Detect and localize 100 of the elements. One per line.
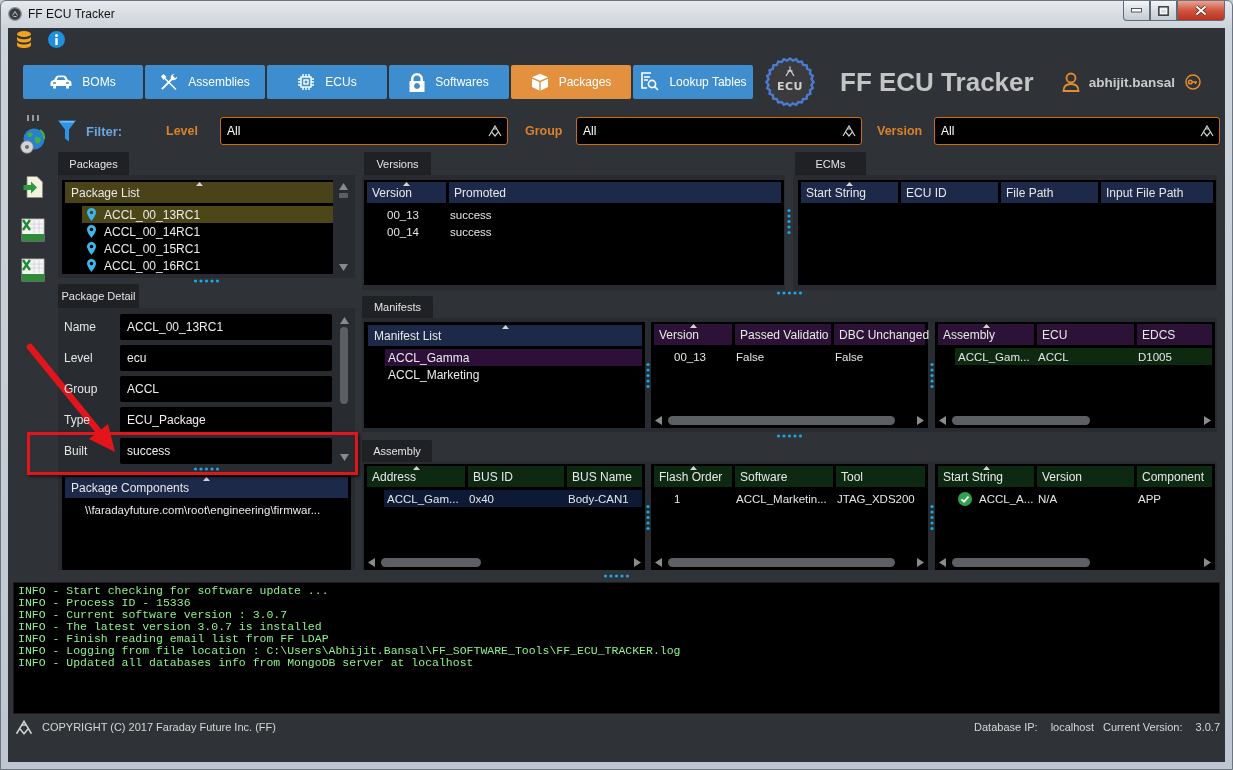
list-item[interactable]: ACCL_Marketing bbox=[385, 366, 642, 383]
scroll-up-icon[interactable] bbox=[339, 317, 349, 324]
minimize-button[interactable] bbox=[1123, 1, 1150, 21]
text-field[interactable]: ecu bbox=[120, 345, 332, 371]
panel-tab[interactable]: ECMs bbox=[795, 152, 866, 175]
scroll-left-icon[interactable] bbox=[655, 416, 662, 425]
text-field[interactable]: ACCL_00_13RC1 bbox=[120, 314, 332, 340]
splitter-grip-icon[interactable] bbox=[193, 279, 220, 283]
column-header[interactable]: Input File Path bbox=[1101, 182, 1213, 203]
text-field[interactable]: ECU_Package bbox=[120, 407, 332, 433]
splitter-grip-icon[interactable] bbox=[929, 361, 934, 389]
table-row[interactable]: 00_13 False False bbox=[654, 348, 925, 365]
column-header[interactable]: Version bbox=[367, 182, 446, 203]
table-row[interactable]: 00_14 success bbox=[367, 223, 781, 240]
text-field[interactable]: success bbox=[120, 438, 332, 464]
column-header[interactable]: Assembly bbox=[938, 324, 1034, 345]
log-line: INFO - Start checking for software update ... bbox=[18, 585, 329, 597]
scroll-down-icon[interactable] bbox=[339, 454, 349, 461]
column-header[interactable]: Version bbox=[654, 324, 732, 345]
scrollbar-thumb[interactable] bbox=[381, 558, 482, 567]
scroll-left-icon[interactable] bbox=[655, 558, 662, 567]
document-arrow-icon[interactable] bbox=[23, 176, 43, 198]
splitter-grip-icon[interactable] bbox=[646, 503, 650, 531]
scroll-right-icon[interactable] bbox=[634, 558, 641, 567]
nav-tab[interactable]: Lookup Tables bbox=[633, 65, 753, 99]
splitter-grip-icon[interactable] bbox=[776, 434, 803, 438]
column-header[interactable]: Package List bbox=[65, 182, 333, 203]
scrollbar-thumb[interactable] bbox=[668, 558, 896, 567]
list-item[interactable]: ACCL_Gamma bbox=[385, 349, 642, 366]
panel-tab[interactable]: Versions bbox=[364, 152, 431, 175]
splitter-grip-icon[interactable] bbox=[193, 467, 220, 471]
spreadsheet-icon[interactable] bbox=[21, 258, 45, 282]
nav-tab[interactable]: Assemblies bbox=[145, 65, 265, 99]
panel-tab[interactable]: Packages bbox=[58, 152, 129, 175]
grip-icon[interactable] bbox=[26, 115, 40, 121]
compass-icon bbox=[15, 719, 33, 735]
column-header[interactable]: Flash Order bbox=[654, 466, 732, 487]
column-header[interactable]: ECU ID bbox=[901, 182, 998, 203]
column-header[interactable]: Software bbox=[735, 466, 833, 487]
column-header[interactable]: Manifest List bbox=[368, 325, 642, 346]
scroll-left-icon[interactable] bbox=[368, 558, 375, 567]
column-header[interactable]: Package Components bbox=[65, 477, 348, 498]
database-icon[interactable] bbox=[17, 30, 31, 48]
panel-tab[interactable]: Assembly bbox=[362, 440, 432, 462]
splitter-grip-icon[interactable] bbox=[787, 207, 791, 235]
list-item[interactable]: ACCL_00_15RC1 bbox=[82, 240, 333, 257]
scroll-up-icon[interactable] bbox=[339, 183, 348, 190]
column-header[interactable]: EDCS bbox=[1137, 324, 1212, 345]
column-header[interactable]: BUS Name bbox=[567, 466, 642, 487]
panel-tab[interactable]: Package Detail bbox=[58, 284, 139, 308]
filter-field[interactable]: All bbox=[576, 117, 862, 145]
scroll-down-icon[interactable] bbox=[339, 264, 348, 271]
table-row[interactable]: 1 ACCL_Marketin... JTAG_XDS200 bbox=[654, 490, 925, 507]
splitter-grip-icon[interactable] bbox=[776, 291, 803, 295]
info-icon[interactable] bbox=[48, 30, 65, 48]
tools-icon bbox=[160, 73, 179, 91]
list-item[interactable]: ACCL_00_14RC1 bbox=[82, 223, 333, 240]
scrollbar-thumb[interactable] bbox=[339, 193, 348, 198]
close-button[interactable] bbox=[1177, 1, 1225, 21]
column-header[interactable]: Component bbox=[1137, 466, 1212, 487]
scroll-right-icon[interactable] bbox=[917, 416, 924, 425]
maximize-button[interactable] bbox=[1150, 1, 1177, 21]
column-header[interactable]: BUS ID bbox=[468, 466, 564, 487]
column-header[interactable]: ECU bbox=[1037, 324, 1134, 345]
scrollbar-thumb[interactable] bbox=[952, 558, 1090, 567]
scroll-right-icon[interactable] bbox=[1204, 558, 1211, 567]
splitter-grip-icon[interactable] bbox=[929, 503, 934, 531]
scroll-left-icon[interactable] bbox=[939, 416, 946, 425]
filter-field[interactable]: All bbox=[220, 117, 508, 145]
column-header[interactable]: Address bbox=[367, 466, 465, 487]
column-header[interactable]: File Path bbox=[1001, 182, 1098, 203]
scroll-left-icon[interactable] bbox=[939, 558, 946, 567]
column-header[interactable]: Start String bbox=[938, 466, 1034, 487]
splitter-grip-icon[interactable] bbox=[603, 574, 630, 578]
list-item[interactable]: ACCL_00_13RC1 bbox=[82, 206, 333, 223]
nav-tab[interactable]: ECUs bbox=[267, 65, 387, 99]
scrollbar-thumb[interactable] bbox=[952, 416, 1090, 425]
list-item[interactable]: ACCL_00_16RC1 bbox=[82, 257, 333, 274]
column-header[interactable]: Tool bbox=[836, 466, 925, 487]
list-item[interactable]: \\faradayfuture.com\root\engineering\firmwar... bbox=[82, 501, 348, 518]
text-field[interactable]: ACCL bbox=[120, 376, 332, 402]
table-row[interactable]: 00_13 success bbox=[367, 206, 781, 223]
column-header[interactable]: Start String bbox=[801, 182, 898, 203]
scroll-right-icon[interactable] bbox=[917, 558, 924, 567]
scrollbar-thumb[interactable] bbox=[340, 327, 348, 404]
column-header[interactable]: Passed Validatio bbox=[735, 324, 831, 345]
splitter-grip-icon[interactable] bbox=[646, 361, 650, 389]
scrollbar-thumb[interactable] bbox=[668, 416, 896, 425]
globe-disc-icon[interactable] bbox=[20, 128, 46, 154]
filter-field[interactable]: All bbox=[934, 117, 1220, 145]
column-header[interactable]: Promoted bbox=[449, 182, 781, 203]
spreadsheet-icon[interactable] bbox=[21, 218, 45, 242]
scroll-right-icon[interactable] bbox=[1204, 416, 1211, 425]
key-icon[interactable] bbox=[1184, 74, 1201, 90]
nav-tab[interactable]: Softwares bbox=[389, 65, 509, 99]
table-row[interactable]: ACCL_A... N/A APP bbox=[938, 490, 1212, 507]
field-label: Name bbox=[64, 320, 96, 334]
column-header[interactable]: Version bbox=[1037, 466, 1134, 487]
panel-tab[interactable]: Manifests bbox=[362, 296, 433, 318]
nav-tab[interactable]: BOMs bbox=[23, 65, 143, 99]
